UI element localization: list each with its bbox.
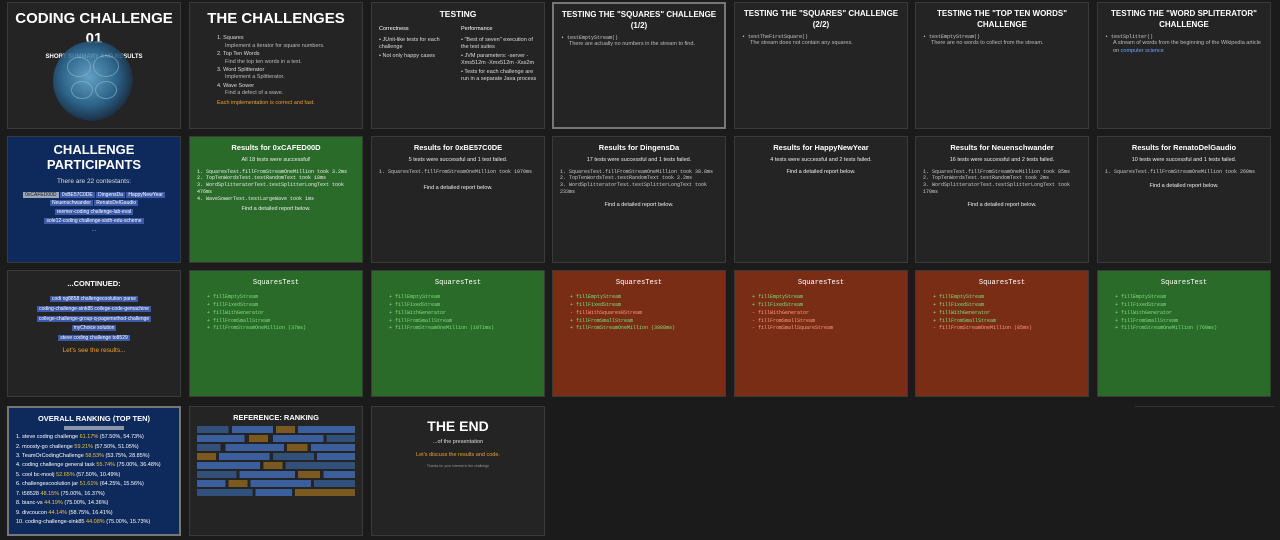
test-case: - fillFromSmallSquareStream (752, 325, 834, 332)
slide-reference-ranking[interactable]: REFERENCE: RANKING (189, 406, 363, 536)
rank-item: 7. t58528 48.15% (75.00%, 16.37%) (16, 490, 105, 497)
reference-table (197, 426, 355, 497)
slide-testing-squares-2[interactable]: TESTING THE "SQUARES" CHALLENGE (2/2) • … (734, 2, 908, 129)
challenge-item: 1. Squares Implement a iterator for squar… (217, 35, 325, 49)
test-case: + fillFromSmallStream (389, 317, 453, 324)
participants-heading: CHALLENGE PARTICIPANTS (46, 142, 142, 172)
test-case: + fillEmptyStream (1115, 294, 1167, 301)
test-case: + fillFromSmallStream (1115, 317, 1179, 324)
slide-suite-3[interactable]: SquaresTest + fillEmptyStream + fillFixedS… (552, 270, 726, 397)
suite-title: SquaresTest (978, 279, 1026, 287)
test-case: + fillEmptyStream (570, 294, 622, 301)
challenge-item: 4. Wave Sower Find a defect of a wave. (217, 82, 284, 97)
test-case: + fillFixedStream (207, 302, 259, 309)
slide-results-neuenschwander[interactable]: Results for Neuenschwander 16 tests were… (915, 136, 1089, 263)
rank-item: 4. coding challenge general task 55.74% … (16, 462, 161, 469)
test-case: - fillFromSmallStream (752, 317, 816, 324)
suite-title: SquaresTest (434, 279, 482, 287)
rank-item: 9. divcoucon 44.14% (58.75%, 16.41%) (16, 509, 113, 516)
slide-results-cafed00d[interactable]: Results for 0xCAFED00D All 18 tests were… (189, 136, 363, 263)
brain-image (53, 41, 133, 121)
test-case: + fillWithGenerator (933, 309, 991, 316)
rank-item: 3. TeamOrCodingChallenge 58.53% (53.75%,… (16, 452, 150, 459)
test-case: + fillWithGenerator (1115, 309, 1173, 316)
test-case: + fillFixedStream (752, 302, 804, 309)
challenge-item: 3. Word Splitterator Implement a Splitter… (217, 66, 285, 81)
test-case: + fillEmptyStream (933, 294, 985, 301)
challenge-note: Each implementation is correct and fast. (217, 99, 315, 106)
suite-title: SquaresTest (1160, 279, 1208, 287)
test-case: - fillWithGenerator (752, 309, 810, 316)
slide-participants[interactable]: CHALLENGE PARTICIPANTS There are 22 cont… (7, 136, 181, 263)
test-case: - fillWithSquares0Stream (570, 309, 643, 316)
slide-continued[interactable]: ...CONTINUED: codi ng8858 challengecoolu… (7, 270, 181, 397)
test-case: + fillFixedStream (933, 302, 985, 309)
test-case: + fillFromSmallStream (570, 317, 634, 324)
test-case: + fillFromSmallStream (207, 317, 271, 324)
rank-item: 2. moosty-go challenge 59.21% (57.50%, 5… (16, 443, 139, 450)
slide-results-dingensda[interactable]: Results for DingensDa 17 tests were succ… (552, 136, 726, 263)
rank-item: 10. coding-challenge-sink85 44.08% (75.0… (16, 518, 151, 525)
slide-testing-squares-1[interactable]: TESTING THE "SQUARES" CHALLENGE (1/2) • … (552, 2, 726, 129)
slide-suite-6[interactable]: SquaresTest + fillEmptyStream + fillFixedS… (1097, 270, 1271, 397)
test-case: + fillFromStreamOneMillion (37ms) (207, 325, 307, 332)
test-case: + fillWithGenerator (207, 309, 265, 316)
rank-badge (64, 426, 124, 431)
challenge-item: 2. Top Ten Words Find the top ten words i… (217, 51, 302, 65)
slide-testing[interactable]: TESTING Correctness JUnit-like tests for… (371, 2, 545, 129)
test-case: + fillEmptyStream (389, 294, 441, 301)
suite-title: SquaresTest (797, 279, 845, 287)
slide-results-happynewyear[interactable]: Results for HappyNewYear 4 tests were su… (734, 136, 908, 263)
slide-suite-5[interactable]: SquaresTest + fillEmptyStream + fillFixedS… (915, 270, 1089, 397)
slide-testing-heading: TESTING (439, 9, 477, 19)
divider (1135, 406, 1275, 407)
rank-item: 1. steve coding challenge 61.17% (57.50%… (16, 434, 144, 441)
test-case: + fillFromStreamOneMillion (760ms) (1115, 325, 1218, 332)
suite-title: SquaresTest (252, 279, 300, 287)
suite-title: SquaresTest (615, 279, 663, 287)
rank-item: 6. challengescoolution jar 51.61% (64.25… (16, 481, 144, 488)
test-case: + fillWithGenerator (389, 309, 447, 316)
test-case: - fillFromStreamOneMillion (85ms) (933, 325, 1033, 332)
test-case: + fillEmptyStream (752, 294, 804, 301)
slide-suite-2[interactable]: SquaresTest + fillEmptyStream + fillFixedS… (371, 270, 545, 397)
slide-testing-splitter[interactable]: TESTING THE "WORD SPLITERATOR" CHALLENGE… (1097, 2, 1271, 129)
test-case: + fillFromStreamOneMillion (1071ms) (389, 325, 495, 332)
slide-testing-topten[interactable]: TESTING THE "TOP TEN WORDS" CHALLENGE • … (915, 2, 1089, 129)
slide-title[interactable]: CODING CHALLENGE 01 SHORT SUMMARY AND RE… (7, 2, 181, 129)
test-case: + fillFromSmallStream (933, 317, 997, 324)
slide-challenges-heading: THE CHALLENGES (207, 10, 345, 27)
test-case: + fillFromStreamOneMillion (3988ms) (570, 325, 676, 332)
test-case: + fillFixedStream (389, 302, 441, 309)
test-case: + fillEmptyStream (207, 294, 259, 301)
slide-suite-4[interactable]: SquaresTest + fillEmptyStream + fillFixedS… (734, 270, 908, 397)
test-case: + fillFixedStream (570, 302, 622, 309)
rank-item: 5. cool bc-moolj 52.65% (57.50%, 10.49%) (16, 471, 121, 478)
slide-results-be57c0de[interactable]: Results for 0xBE57C0DE 5 tests were succ… (371, 136, 545, 263)
rank-item: 8. bianc-vs 44.19% (75.00%, 14.36%) (16, 500, 109, 507)
slide-the-end[interactable]: THE END ...of the presentation Let's dis… (371, 406, 545, 536)
test-case: + fillFixedStream (1115, 302, 1167, 309)
slide-results-renato[interactable]: Results for RenatoDelGaudio 10 tests wer… (1097, 136, 1271, 263)
wiki-link[interactable]: computer science (1121, 48, 1164, 54)
slide-ranking[interactable]: OVERALL RANKING (TOP TEN) 1. steve codin… (7, 406, 181, 536)
slide-suite-1[interactable]: SquaresTest + fillEmptyStream + fillFixedS… (189, 270, 363, 397)
slide-challenges[interactable]: THE CHALLENGES 1. Squares Implement a ite… (189, 2, 363, 129)
